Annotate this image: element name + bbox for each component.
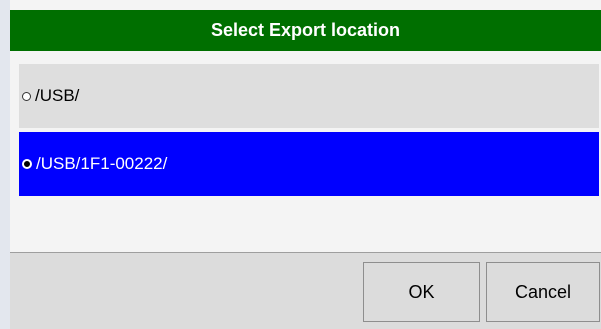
- location-option-label: /USB/: [35, 86, 80, 105]
- dialog-title: Select Export location: [210, 20, 401, 40]
- location-option-label: /USB/1F1-00222/: [36, 154, 168, 173]
- ok-button[interactable]: OK: [363, 262, 480, 322]
- export-location-dialog: Select Export location /USB/ /USB/1F1-00…: [0, 0, 601, 329]
- dialog-title-bar: Select Export location: [10, 10, 601, 51]
- left-edge-strip: [0, 0, 10, 329]
- radio-selected-icon[interactable]: [22, 159, 32, 169]
- location-option-usb[interactable]: /USB/: [19, 64, 599, 128]
- location-option-usb-1f1-00222[interactable]: /USB/1F1-00222/: [19, 132, 599, 196]
- radio-unselected-icon[interactable]: [22, 91, 31, 101]
- cancel-button[interactable]: Cancel: [486, 262, 600, 322]
